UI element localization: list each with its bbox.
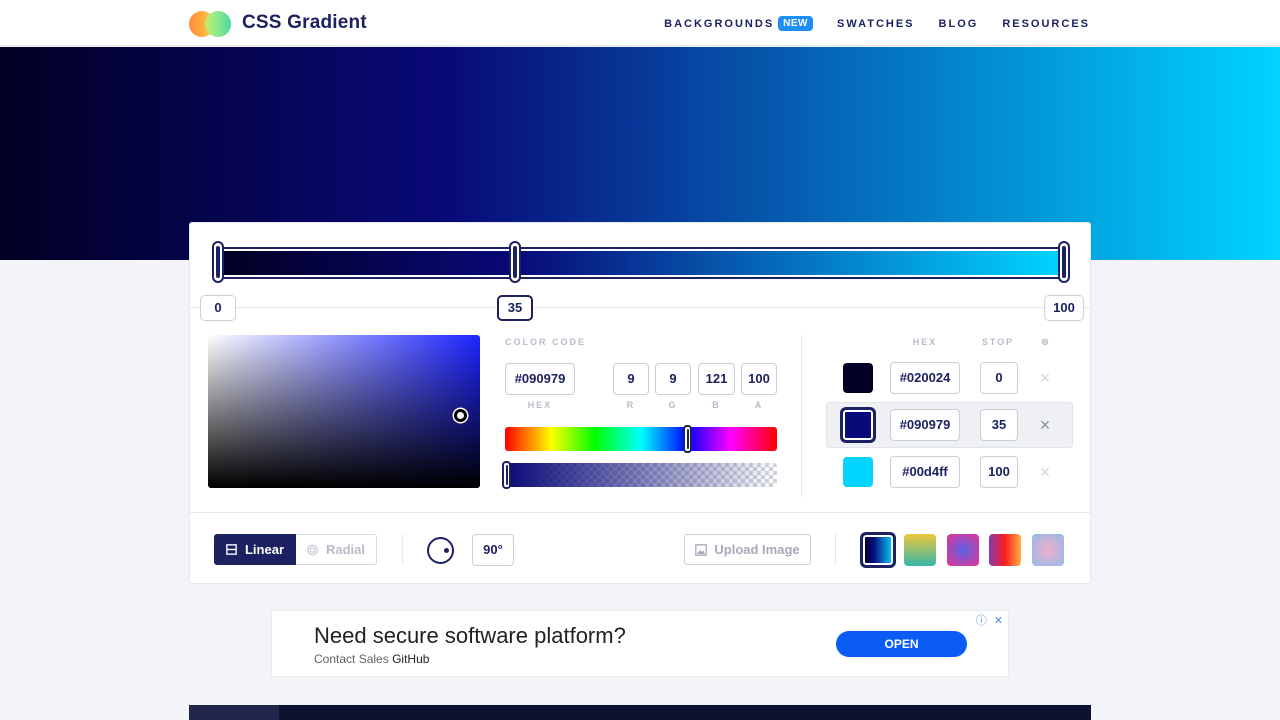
a-input[interactable]: 100 <box>741 363 777 395</box>
stop-label-2[interactable]: 100 <box>1044 295 1084 321</box>
main-nav: BACKGROUNDS NEW SWATCHES BLOG RESOURCES <box>664 16 1090 31</box>
a-sublabel: A <box>754 400 764 410</box>
stop-column-header: STOP <box>981 337 1015 347</box>
alpha-slider-thumb[interactable] <box>502 461 511 489</box>
gradient-bar-fill <box>222 251 1060 275</box>
hex-column-header: HEX <box>912 337 938 347</box>
add-stop-icon[interactable]: ⊕ <box>1038 337 1052 348</box>
r-input[interactable]: 9 <box>613 363 649 395</box>
divider <box>190 307 1090 308</box>
new-badge: NEW <box>778 16 813 31</box>
preset-swatch-0[interactable] <box>860 532 896 568</box>
divider <box>402 534 403 565</box>
nav-swatches[interactable]: SWATCHES <box>837 18 915 30</box>
nav-blog[interactable]: BLOG <box>939 18 979 30</box>
gradient-type-toggle: Linear Radial <box>214 534 377 565</box>
ad-open-button[interactable]: OPEN <box>836 631 967 657</box>
stop-hex-2[interactable]: #00d4ff <box>890 456 960 488</box>
ad-advertiser: GitHub <box>392 652 430 666</box>
code-output-tab[interactable] <box>189 705 279 720</box>
ad-title[interactable]: Need secure software platform? <box>314 623 626 649</box>
preset-swatch-3[interactable] <box>989 534 1021 566</box>
alpha-slider[interactable] <box>505 463 777 487</box>
stop-value-2[interactable]: 100 <box>980 456 1018 488</box>
preset-swatch-2[interactable] <box>947 534 979 566</box>
radial-label: Radial <box>325 542 365 557</box>
b-sublabel: B <box>712 400 721 410</box>
nav-resources[interactable]: RESOURCES <box>1002 18 1090 30</box>
divider <box>835 534 836 565</box>
hex-input[interactable]: #090979 <box>505 363 575 395</box>
r-sublabel: R <box>626 400 636 410</box>
angle-dial-icon[interactable] <box>427 537 454 564</box>
stop-handle-2[interactable] <box>1058 241 1070 283</box>
remove-stop-2-icon[interactable]: × <box>1038 463 1052 481</box>
stop-hex-0[interactable]: #020024 <box>890 362 960 394</box>
stop-label-0[interactable]: 0 <box>200 295 236 321</box>
nav-backgrounds[interactable]: BACKGROUNDS NEW <box>664 16 813 31</box>
ad-info-close-icon[interactable]: ⓘ ✕ <box>976 612 1005 628</box>
stop-handle-1[interactable] <box>509 241 521 283</box>
code-output-strip <box>189 705 1091 720</box>
logo-icon[interactable] <box>189 11 233 37</box>
hue-slider[interactable] <box>505 427 777 451</box>
gradient-editor-panel: 0 35 100 COLOR CODE #090979 9 9 121 100 … <box>189 222 1091 584</box>
color-code-label: COLOR CODE <box>505 337 587 347</box>
ad-subtitle-text: Contact Sales <box>314 652 389 666</box>
remove-stop-0-icon[interactable]: × <box>1038 369 1052 387</box>
b-input[interactable]: 121 <box>698 363 735 395</box>
stop-swatch-2[interactable] <box>843 457 873 487</box>
stop-swatch-0[interactable] <box>843 363 873 393</box>
stop-hex-1[interactable]: #090979 <box>890 409 960 441</box>
stop-label-1[interactable]: 35 <box>497 295 533 321</box>
linear-icon <box>226 544 237 555</box>
g-sublabel: G <box>668 400 678 410</box>
g-input[interactable]: 9 <box>655 363 691 395</box>
preset-swatch-4[interactable] <box>1032 534 1064 566</box>
color-picker-cursor[interactable] <box>454 409 467 422</box>
preset-swatch-1[interactable] <box>904 534 936 566</box>
nav-backgrounds-label: BACKGROUNDS <box>664 17 775 30</box>
ad-subtitle: Contact Sales GitHub <box>314 652 429 666</box>
hue-slider-thumb[interactable] <box>683 425 693 453</box>
remove-stop-1-icon[interactable]: × <box>1038 416 1052 434</box>
upload-image-label: Upload Image <box>714 542 800 557</box>
image-icon <box>695 543 708 556</box>
radial-button[interactable]: Radial <box>296 534 377 565</box>
divider <box>801 335 802 497</box>
ad-banner[interactable]: Need secure software platform? Contact S… <box>271 610 1009 677</box>
site-header: CSS Gradient BACKGROUNDS NEW SWATCHES BL… <box>0 0 1280 46</box>
divider <box>190 512 1090 513</box>
upload-image-button[interactable]: Upload Image <box>684 534 811 565</box>
brand-name[interactable]: CSS Gradient <box>242 12 367 34</box>
color-picker-area[interactable] <box>208 335 480 488</box>
linear-button[interactable]: Linear <box>214 534 296 565</box>
stop-value-0[interactable]: 0 <box>980 362 1018 394</box>
gradient-bar[interactable] <box>218 247 1064 279</box>
stop-value-1[interactable]: 35 <box>980 409 1018 441</box>
stop-swatch-1[interactable] <box>840 407 876 443</box>
linear-label: Linear <box>244 542 284 557</box>
angle-input[interactable]: 90° <box>472 534 514 566</box>
stop-handle-0[interactable] <box>212 241 224 283</box>
radial-icon <box>307 544 318 555</box>
hex-sublabel: HEX <box>527 400 553 410</box>
